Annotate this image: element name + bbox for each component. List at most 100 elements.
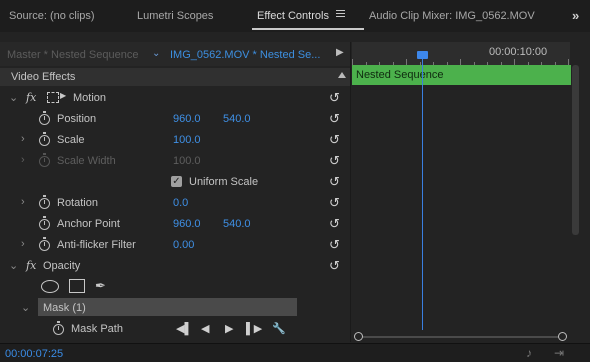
current-timecode[interactable]: 00:00:07:25 (5, 348, 63, 360)
reset-icon[interactable]: ↺ (329, 216, 340, 232)
property-label-anchor-point: Anchor Point (57, 218, 120, 230)
anti-flicker-value[interactable]: 0.00 (173, 239, 194, 251)
stopwatch-icon[interactable] (39, 237, 50, 251)
scale-width-value: 100.0 (173, 155, 201, 167)
reset-icon[interactable]: ↺ (329, 195, 340, 211)
stopwatch-icon[interactable] (39, 216, 50, 230)
horizontal-zoom-scrollbar[interactable] (354, 332, 568, 341)
footer-bar: 00:00:07:25 ♪ ⇥ (0, 343, 590, 362)
property-label-scale: Scale (57, 134, 85, 146)
timeline-clip-name: Nested Sequence (356, 69, 444, 81)
property-row-mask-path[interactable]: Mask Path ◀▌ ◀ ▶ ▌▶ 🔧 (0, 319, 350, 340)
motion-transform-icon[interactable] (47, 92, 59, 103)
track-forward-all-icon[interactable]: ▌▶ (246, 322, 262, 335)
effect-row-motion[interactable]: ⌄ fx ▶ Motion ↺ (0, 88, 350, 109)
chevron-expanded-icon[interactable]: ⌄ (21, 301, 30, 314)
video-effects-header: Video Effects (0, 68, 350, 86)
wrench-icon[interactable]: 🔧 (272, 322, 286, 335)
reset-icon[interactable]: ↺ (329, 174, 340, 190)
tab-lumetri-scopes[interactable]: Lumetri Scopes (137, 10, 213, 22)
effect-row-opacity[interactable]: ⌄ fx Opacity ↺ (0, 256, 350, 277)
export-icon[interactable]: ⇥ (554, 346, 564, 360)
pen-tool-icon[interactable]: ✒ (95, 278, 106, 294)
timeline-clip[interactable]: Nested Sequence (352, 65, 571, 85)
chevron-right-icon[interactable]: › (21, 196, 25, 208)
master-clip-label[interactable]: Master * Nested Sequence (7, 49, 138, 61)
video-effects-title: Video Effects (11, 71, 76, 83)
tab-effect-controls[interactable]: Effect Controls (257, 10, 329, 22)
chevron-down-icon[interactable]: ⌄ (152, 48, 160, 59)
track-forward-one-icon[interactable]: ▶ (225, 322, 233, 335)
track-backward-all-icon[interactable]: ◀▌ (176, 322, 192, 335)
anchor-x-value[interactable]: 960.0 (173, 218, 201, 230)
property-label-anti-flicker: Anti-flicker Filter (57, 239, 136, 251)
property-row-uniform-scale[interactable]: ✓ Uniform Scale ↺ (0, 172, 350, 193)
panel-overflow-icon[interactable]: » (572, 8, 579, 23)
property-label-scale-width: Scale Width (57, 155, 116, 167)
fx-toggle-icon[interactable]: fx (26, 91, 36, 104)
property-row-scale-width: › Scale Width 100.0 ↺ (0, 151, 350, 172)
panel-divider[interactable] (350, 42, 351, 342)
reset-icon[interactable]: ↺ (329, 132, 340, 148)
scroll-up-icon[interactable] (338, 72, 346, 78)
uniform-scale-checkbox[interactable]: ✓ (171, 176, 182, 187)
position-y-value[interactable]: 540.0 (223, 113, 251, 125)
timeline-ruler[interactable]: 00:00:10:00 (352, 42, 570, 66)
sequence-selector-bar: Master * Nested Sequence ⌄ IMG_0562.MOV … (0, 42, 350, 66)
playhead-handle-icon[interactable] (417, 51, 428, 59)
mask-row[interactable]: ⌄ Mask (1) (0, 298, 350, 319)
effect-label-motion: Motion (73, 92, 107, 104)
filter-audio-icon[interactable]: ♪ (526, 346, 532, 360)
chevron-right-icon[interactable]: › (21, 238, 25, 250)
reset-icon[interactable]: ↺ (329, 111, 340, 127)
tab-source[interactable]: Source: (no clips) (9, 10, 95, 22)
effect-label-opacity: Opacity (43, 260, 81, 272)
chevron-expanded-icon[interactable]: ⌄ (9, 259, 18, 272)
panel-menu-icon[interactable] (336, 10, 345, 18)
reset-icon[interactable]: ↺ (329, 90, 340, 106)
fx-toggle-icon[interactable]: fx (26, 259, 36, 272)
mask-tools-row: ✒ (0, 277, 350, 298)
timeline-time-label: 00:00:10:00 (489, 46, 548, 58)
property-row-scale[interactable]: › Scale 100.0 ↺ (0, 130, 350, 151)
reset-icon[interactable]: ↺ (329, 153, 340, 169)
stopwatch-icon[interactable] (39, 132, 50, 146)
stopwatch-icon[interactable] (53, 321, 64, 335)
property-row-anti-flicker[interactable]: › Anti-flicker Filter 0.00 ↺ (0, 235, 350, 256)
property-label-rotation: Rotation (57, 197, 98, 209)
anchor-y-value[interactable]: 540.0 (223, 218, 251, 230)
uniform-scale-label: Uniform Scale (189, 176, 259, 188)
mask-label[interactable]: Mask (1) (43, 302, 86, 314)
clip-selector[interactable]: IMG_0562.MOV * Nested Se... (170, 49, 320, 61)
tab-audio-clip-mixer[interactable]: Audio Clip Mixer: IMG_0562.MOV (369, 10, 535, 22)
reset-icon[interactable]: ↺ (329, 258, 340, 274)
track-backward-one-icon[interactable]: ◀ (201, 322, 209, 335)
stopwatch-icon[interactable] (39, 195, 50, 209)
rectangle-mask-icon[interactable] (69, 279, 85, 293)
zoom-handle-left[interactable] (354, 332, 363, 341)
ellipse-mask-icon[interactable] (41, 280, 59, 293)
vertical-scrollbar[interactable] (572, 65, 579, 235)
chevron-right-icon[interactable]: › (21, 133, 25, 145)
playhead-line[interactable] (422, 57, 423, 330)
show-timeline-toggle-icon[interactable]: ▶ (336, 47, 344, 58)
panel-tab-bar: Source: (no clips) Lumetri Scopes Effect… (0, 0, 590, 32)
motion-arrow-icon: ▶ (60, 91, 67, 100)
active-tab-indicator (252, 28, 364, 30)
property-label-mask-path: Mask Path (71, 323, 123, 335)
rotation-value[interactable]: 0.0 (173, 197, 188, 209)
zoom-track[interactable] (358, 336, 564, 338)
property-row-anchor-point[interactable]: Anchor Point 960.0 540.0 ↺ (0, 214, 350, 235)
stopwatch-icon[interactable] (39, 111, 50, 125)
chevron-expanded-icon[interactable]: ⌄ (9, 91, 18, 104)
chevron-right-icon: › (21, 154, 25, 166)
property-row-position[interactable]: Position 960.0 540.0 ↺ (0, 109, 350, 130)
zoom-handle-right[interactable] (558, 332, 567, 341)
property-row-rotation[interactable]: › Rotation 0.0 ↺ (0, 193, 350, 214)
reset-icon[interactable]: ↺ (329, 237, 340, 253)
scale-value[interactable]: 100.0 (173, 134, 201, 146)
position-x-value[interactable]: 960.0 (173, 113, 201, 125)
stopwatch-icon (39, 153, 50, 167)
property-label-position: Position (57, 113, 97, 125)
keyframe-area[interactable] (352, 85, 571, 330)
